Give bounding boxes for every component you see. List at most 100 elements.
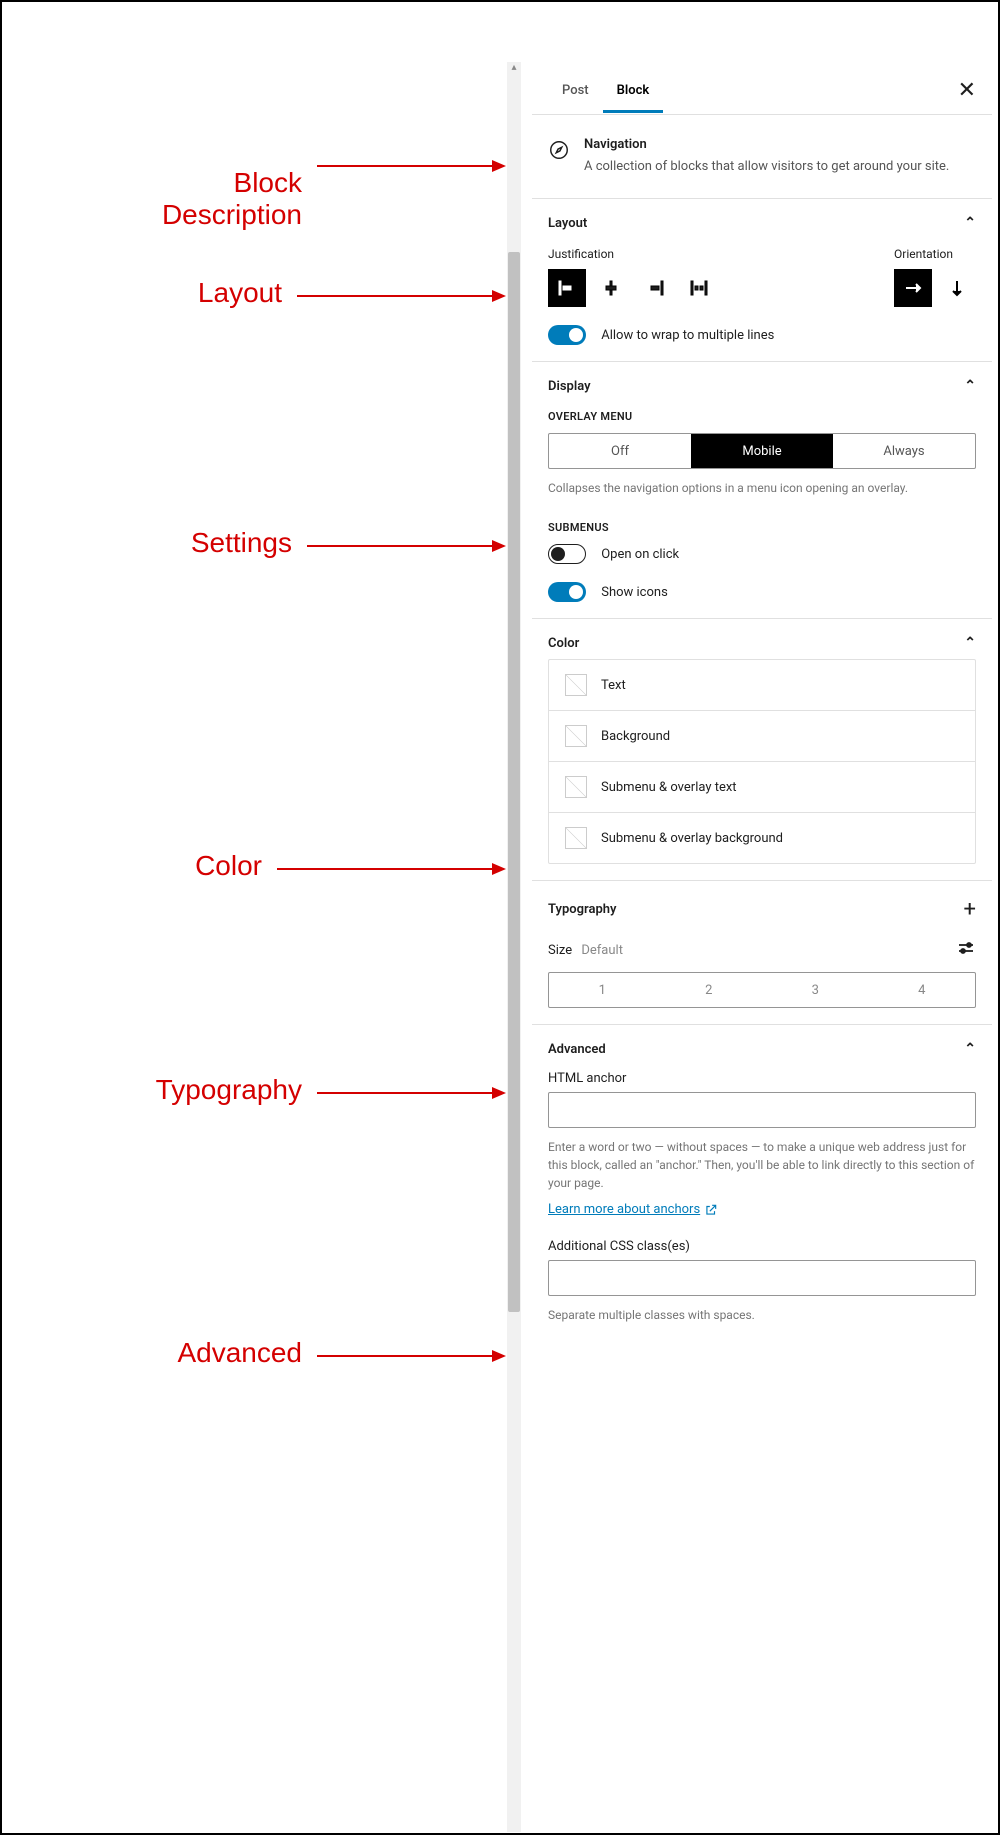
block-settings-panel: Post Block ✕ Navigation A collection of … bbox=[532, 67, 992, 1827]
justify-left-button[interactable] bbox=[548, 269, 586, 307]
open-on-click-toggle[interactable] bbox=[548, 544, 586, 564]
justify-right-button[interactable] bbox=[636, 269, 674, 307]
anno-settings: Settings bbox=[132, 527, 292, 559]
size-label: Size bbox=[548, 943, 572, 958]
advanced-header[interactable]: Advanced ⌃ bbox=[548, 1041, 976, 1057]
overlay-mobile-option[interactable]: Mobile bbox=[691, 434, 833, 468]
arrow-head bbox=[492, 290, 506, 302]
block-description-text: A collection of blocks that allow visito… bbox=[584, 158, 949, 176]
arrow-head bbox=[492, 863, 506, 875]
section-color: Color ⌃ Text Background Submenu & overla… bbox=[532, 619, 992, 881]
navigation-icon bbox=[548, 139, 570, 165]
orientation-horizontal-button[interactable] bbox=[894, 269, 932, 307]
css-help-text: Separate multiple classes with spaces. bbox=[548, 1306, 976, 1324]
arrow-head bbox=[492, 160, 506, 172]
size-1[interactable]: 1 bbox=[549, 973, 656, 1007]
justify-center-button[interactable] bbox=[592, 269, 630, 307]
anno-color: Color bbox=[132, 850, 262, 882]
display-header[interactable]: Display ⌃ bbox=[548, 378, 976, 394]
section-display: Display ⌃ Overlay Menu Off Mobile Always… bbox=[532, 362, 992, 619]
arrow-line bbox=[317, 1092, 492, 1094]
anno-typography: Typography bbox=[102, 1074, 302, 1106]
anno-layout: Layout bbox=[132, 277, 282, 309]
orientation-buttons bbox=[894, 269, 976, 307]
arrow-head bbox=[492, 1087, 506, 1099]
color-heading: Color bbox=[548, 636, 579, 651]
sliders-icon[interactable] bbox=[956, 938, 976, 962]
size-4[interactable]: 4 bbox=[869, 973, 976, 1007]
overlay-menu-segmented: Off Mobile Always bbox=[548, 433, 976, 469]
arrow-line bbox=[307, 545, 492, 547]
anchor-help-text: Enter a word or two — without spaces — t… bbox=[548, 1138, 976, 1192]
swatch-icon bbox=[565, 776, 587, 798]
link-text: Learn more about anchors bbox=[548, 1202, 700, 1217]
layout-heading: Layout bbox=[548, 216, 587, 231]
color-item-label: Submenu & overlay text bbox=[601, 780, 737, 795]
scroll-up-icon[interactable]: ▴ bbox=[509, 62, 519, 72]
justification-buttons bbox=[548, 269, 718, 307]
size-segmented: 1 2 3 4 bbox=[548, 972, 976, 1008]
justify-space-between-button[interactable] bbox=[680, 269, 718, 307]
orientation-label: Orientation bbox=[894, 247, 976, 261]
section-advanced: Advanced ⌃ HTML anchor Enter a word or t… bbox=[532, 1025, 992, 1340]
section-typography: Typography + Size Default 1 2 3 bbox=[532, 881, 992, 1025]
color-item-label: Background bbox=[601, 729, 670, 744]
color-item-label: Text bbox=[601, 678, 626, 693]
wrap-label: Allow to wrap to multiple lines bbox=[601, 328, 774, 343]
swatch-icon bbox=[565, 827, 587, 849]
wrap-toggle[interactable] bbox=[548, 325, 586, 345]
anno-label: Settings bbox=[191, 527, 292, 558]
chevron-up-icon: ⌃ bbox=[964, 378, 976, 394]
plus-icon[interactable]: + bbox=[964, 897, 976, 922]
anchor-input[interactable] bbox=[548, 1092, 976, 1128]
justification-label: Justification bbox=[548, 247, 718, 261]
color-item-label: Submenu & overlay background bbox=[601, 831, 783, 846]
submenus-label: Submenus bbox=[548, 521, 976, 534]
color-item-submenu-background[interactable]: Submenu & overlay background bbox=[549, 813, 975, 863]
swatch-icon bbox=[565, 674, 587, 696]
color-item-submenu-text[interactable]: Submenu & overlay text bbox=[549, 762, 975, 813]
color-header[interactable]: Color ⌃ bbox=[548, 635, 976, 651]
typography-heading: Typography bbox=[548, 902, 617, 917]
anchor-label: HTML anchor bbox=[548, 1071, 976, 1086]
anno-advanced: Advanced bbox=[122, 1337, 302, 1369]
scrollbar[interactable]: ▴ bbox=[507, 62, 521, 1832]
size-3[interactable]: 3 bbox=[762, 973, 869, 1007]
display-heading: Display bbox=[548, 379, 591, 394]
overlay-menu-label: Overlay Menu bbox=[548, 410, 976, 423]
show-icons-toggle[interactable] bbox=[548, 582, 586, 602]
layout-header[interactable]: Layout ⌃ bbox=[548, 215, 976, 231]
section-block-description: Navigation A collection of blocks that a… bbox=[532, 115, 992, 199]
tab-block[interactable]: Block bbox=[603, 69, 664, 113]
arrow-line bbox=[297, 295, 492, 297]
anchor-learn-more-link[interactable]: Learn more about anchors bbox=[548, 1202, 718, 1217]
color-item-text[interactable]: Text bbox=[549, 660, 975, 711]
arrow-head bbox=[492, 540, 506, 552]
size-value: Default bbox=[581, 943, 623, 958]
color-list: Text Background Submenu & overlay text S… bbox=[548, 659, 976, 864]
arrow-line bbox=[317, 165, 492, 167]
block-title: Navigation bbox=[584, 137, 949, 152]
tab-post[interactable]: Post bbox=[548, 69, 603, 113]
annotated-screenshot: Block Description Layout Settings Color … bbox=[0, 0, 1000, 1835]
arrow-line bbox=[277, 868, 492, 870]
arrow-line bbox=[317, 1355, 492, 1357]
overlay-always-option[interactable]: Always bbox=[833, 434, 975, 468]
chevron-up-icon: ⌃ bbox=[964, 1041, 976, 1057]
css-classes-input[interactable] bbox=[548, 1260, 976, 1296]
scroll-thumb[interactable] bbox=[508, 252, 520, 1312]
panel-tabs: Post Block ✕ bbox=[532, 67, 992, 115]
open-on-click-label: Open on click bbox=[601, 547, 679, 562]
show-icons-label: Show icons bbox=[601, 585, 668, 600]
css-classes-label: Additional CSS class(es) bbox=[548, 1239, 976, 1254]
orientation-vertical-button[interactable] bbox=[938, 269, 976, 307]
anno-label: Typography bbox=[156, 1074, 302, 1105]
anno-label: Color bbox=[195, 850, 262, 881]
anno-block-description: Block Description bbox=[102, 135, 302, 295]
close-icon[interactable]: ✕ bbox=[958, 78, 976, 103]
color-item-background[interactable]: Background bbox=[549, 711, 975, 762]
overlay-off-option[interactable]: Off bbox=[549, 434, 691, 468]
size-2[interactable]: 2 bbox=[656, 973, 763, 1007]
typography-header[interactable]: Typography + bbox=[548, 897, 976, 922]
external-link-icon bbox=[704, 1203, 718, 1217]
